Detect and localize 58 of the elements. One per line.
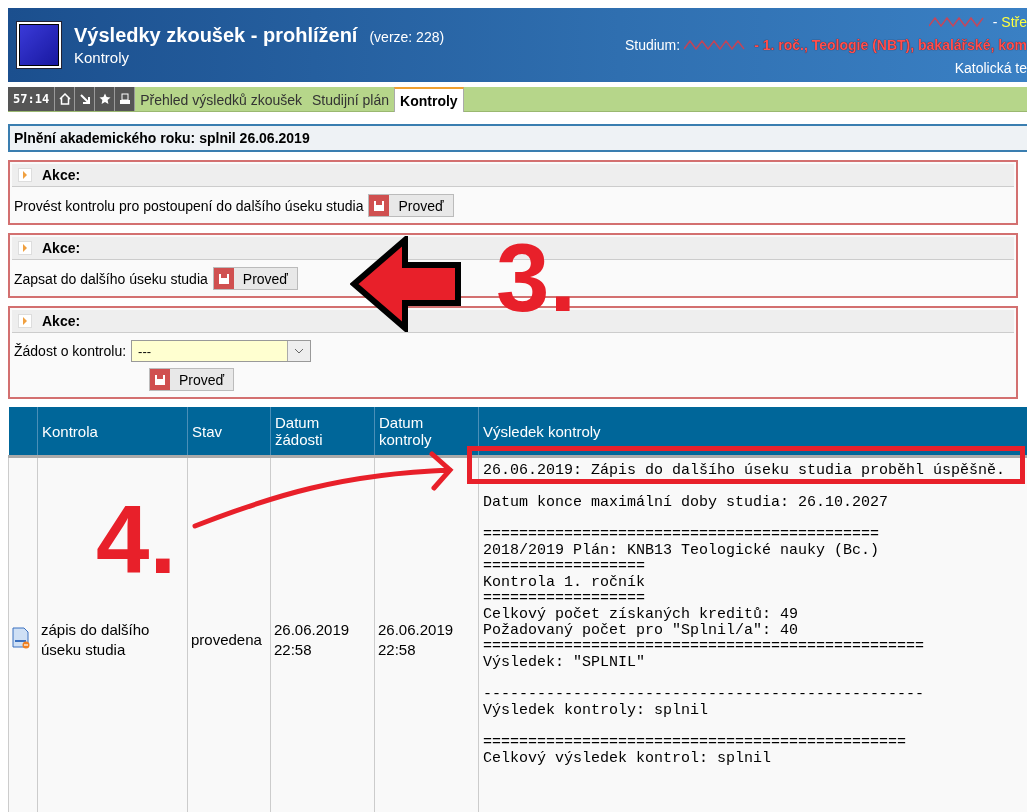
result-line: Výsledek kontroly: splnil [483, 703, 710, 719]
action-title: Akce: [42, 313, 81, 329]
page-title: Výsledky zkoušek - prohlížení [74, 24, 358, 47]
result-line: ================================================= [483, 639, 926, 655]
execute-button[interactable]: Proveď [212, 267, 298, 290]
table-cell: provedena [191, 631, 262, 648]
table-cell: zápis do dalšího úseku studia [41, 621, 150, 658]
column-header: Kontrola [37, 407, 188, 457]
result-line: 2018/2019 Plán: KNB13 Teologické nauky (Bc.) [483, 543, 881, 559]
action-label: Zapsat do dalšího úseku studia [14, 270, 208, 287]
floppy-icon [218, 273, 229, 284]
role-text: Stře [1001, 14, 1027, 30]
execute-button[interactable]: Proveď [368, 194, 454, 217]
version-text: (verze: 228) [369, 29, 445, 45]
column-header: Datum kontroly [374, 407, 479, 457]
result-line: ================== [483, 591, 647, 607]
separator-text: - [992, 14, 998, 30]
print-icon[interactable] [115, 87, 136, 111]
arrow-down-right-icon[interactable] [75, 87, 96, 111]
study-label: Studium: [624, 37, 681, 53]
result-line: ------------------------------------------------- [483, 687, 926, 703]
execute-button[interactable]: Proveď [149, 368, 235, 391]
table-cell: 26.06.2019 22:58 [274, 621, 350, 658]
status-message: Plnění akademického roku: splnil 26.06.2019 [8, 124, 1027, 152]
column-header: Stav [187, 407, 271, 457]
session-timer: 57:14 [8, 87, 56, 111]
floppy-icon [155, 374, 165, 385]
action-title: Akce: [42, 167, 81, 183]
result-line: ================== [483, 559, 647, 575]
faculty-text: Katolická te [954, 60, 1027, 76]
result-line: ============================================ [483, 527, 881, 543]
floppy-icon [374, 200, 385, 211]
table-cell: 26.06.2019 22:58 [378, 621, 454, 658]
header-cell [8, 407, 38, 457]
tab[interactable]: Studijní plán [307, 87, 395, 111]
column-header: Datum žádosti [270, 407, 375, 457]
chevron-down-icon [294, 348, 305, 354]
result-line: Celkový počet získaných kreditů: 49 [483, 607, 800, 623]
tab[interactable]: Přehled výsledků zkoušek [135, 87, 307, 111]
result-line: Kontrola 1. ročník [483, 575, 647, 591]
index-book-icon [16, 21, 62, 69]
step-number: 4. [96, 492, 177, 588]
result-line: =============================================== [483, 735, 908, 751]
tab[interactable]: Kontroly [394, 87, 464, 112]
result-line: Celkový výsledek kontrol: splnil [483, 751, 773, 767]
column-header: Výsledek kontroly [478, 407, 1027, 457]
document-icon [12, 626, 30, 649]
control-request-select[interactable]: --- [131, 340, 312, 362]
result-line: Výsledek: "SPLNIL" [483, 655, 647, 671]
result-line: Požadovaný počet pro "Splnil/a": 40 [483, 623, 800, 639]
action-label: Žádost o kontrolu: [14, 343, 127, 359]
study-value: - 1. roč., Teologie (NBT), bakalářské, kom [754, 37, 1027, 53]
result-line: 26.06.2019: Zápis do dalšího úseku studia proběhl úspěšně. [483, 463, 1007, 479]
page-subtitle: Kontroly [74, 49, 131, 66]
result-line: Datum konce maximální doby studia: 26.10.2027 [483, 495, 890, 511]
action-label: Provést kontrolu pro postoupení do dalšího úseku studia [14, 197, 364, 214]
home-icon[interactable] [55, 87, 76, 111]
action-title: Akce: [42, 240, 81, 256]
